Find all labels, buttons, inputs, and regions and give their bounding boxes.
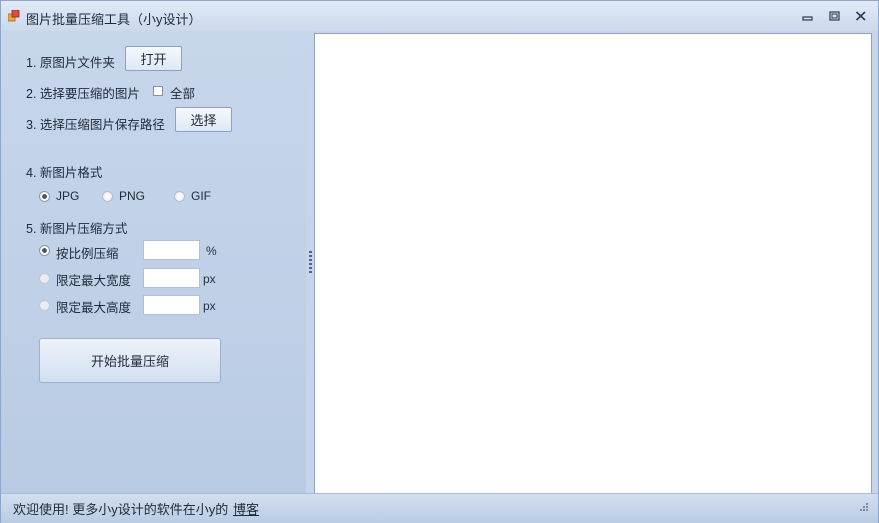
status-text: 欢迎使用! 更多小y设计的软件在小y的 — [13, 502, 229, 517]
max-height-unit: px — [203, 299, 216, 313]
title-bar[interactable]: 图片批量压缩工具（小y设计） — [1, 1, 878, 31]
minimize-icon — [802, 16, 813, 21]
ratio-input[interactable] — [143, 240, 200, 260]
max-height-input[interactable] — [143, 295, 200, 315]
select-all-label[interactable]: 全部 — [170, 83, 195, 102]
resize-grip-icon[interactable] — [858, 503, 868, 513]
window-title: 图片批量压缩工具（小y设计） — [26, 12, 202, 27]
format-jpg-label[interactable]: JPG — [56, 189, 79, 203]
format-png-label[interactable]: PNG — [119, 189, 145, 203]
maximize-button[interactable] — [827, 9, 843, 23]
maximize-icon — [829, 11, 840, 21]
method-max-width-radio[interactable] — [39, 273, 50, 284]
source-folder-label: 1. 原图片文件夹 — [26, 56, 115, 70]
blog-link[interactable]: 博客 — [233, 499, 259, 518]
status-bar: 欢迎使用! 更多小y设计的软件在小y的 博客 — [1, 493, 878, 523]
splitter-handle[interactable] — [309, 251, 312, 273]
ratio-unit: % — [206, 244, 217, 258]
method-label: 5. 新图片压缩方式 — [26, 222, 128, 236]
save-path-label: 3. 选择压缩图片保存路径 — [26, 118, 165, 132]
max-width-input[interactable] — [143, 268, 200, 288]
close-button[interactable] — [853, 9, 869, 23]
select-images-label: 2. 选择要压缩的图片 — [26, 87, 140, 101]
start-compress-button[interactable]: 开始批量压缩 — [39, 338, 221, 383]
method-max-height-label[interactable]: 限定最大高度 — [56, 297, 131, 316]
method-ratio-radio[interactable] — [39, 245, 50, 256]
app-icon — [8, 10, 20, 22]
open-folder-button[interactable]: 打开 — [125, 46, 182, 71]
method-max-width-label[interactable]: 限定最大宽度 — [56, 270, 131, 289]
format-gif-label[interactable]: GIF — [191, 189, 211, 203]
choose-save-path-button[interactable]: 选择 — [175, 107, 232, 132]
method-max-height-radio[interactable] — [39, 300, 50, 311]
select-all-checkbox[interactable] — [153, 86, 163, 96]
method-ratio-label[interactable]: 按比例压缩 — [56, 243, 119, 262]
close-icon — [855, 11, 866, 21]
format-label: 4. 新图片格式 — [26, 166, 103, 180]
format-jpg-radio[interactable] — [39, 191, 50, 202]
minimize-button[interactable] — [800, 9, 816, 23]
format-gif-radio[interactable] — [174, 191, 185, 202]
max-width-unit: px — [203, 272, 216, 286]
app-window: 图片批量压缩工具（小y设计） 1. 原图片文件夹 打开 2. 选择要压缩的图片 … — [0, 0, 879, 523]
image-preview-area — [314, 33, 872, 494]
format-png-radio[interactable] — [102, 191, 113, 202]
